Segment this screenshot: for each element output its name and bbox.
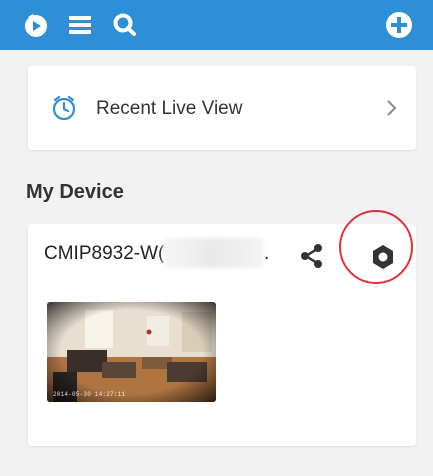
play-icon[interactable] <box>22 11 50 39</box>
device-name-suffix: . <box>264 243 270 264</box>
device-name: CMIP8932-W( <box>44 243 164 265</box>
recent-live-view-label: Recent Live View <box>96 98 243 119</box>
redacted-name-mask <box>163 238 263 268</box>
share-icon[interactable] <box>298 242 326 270</box>
thumbnail-timestamp: 2014-05-30 14:27:11 <box>53 391 126 398</box>
section-title: My Device <box>26 181 124 203</box>
search-icon[interactable] <box>111 11 139 39</box>
add-icon[interactable] <box>385 11 413 39</box>
list-icon[interactable] <box>66 11 94 39</box>
chevron-right-icon <box>384 96 400 120</box>
clock-icon <box>50 94 78 122</box>
device-name-text: CMIP8932-W( <box>44 243 165 264</box>
settings-highlight-circle <box>339 210 413 284</box>
top-bar <box>0 0 433 50</box>
camera-thumbnail[interactable]: 2014-05-30 14:27:11 <box>47 302 216 402</box>
recent-live-view-card[interactable]: Recent Live View <box>28 66 416 150</box>
device-card[interactable]: CMIP8932-W( . 2014-05-30 14:27:11 <box>28 210 416 446</box>
